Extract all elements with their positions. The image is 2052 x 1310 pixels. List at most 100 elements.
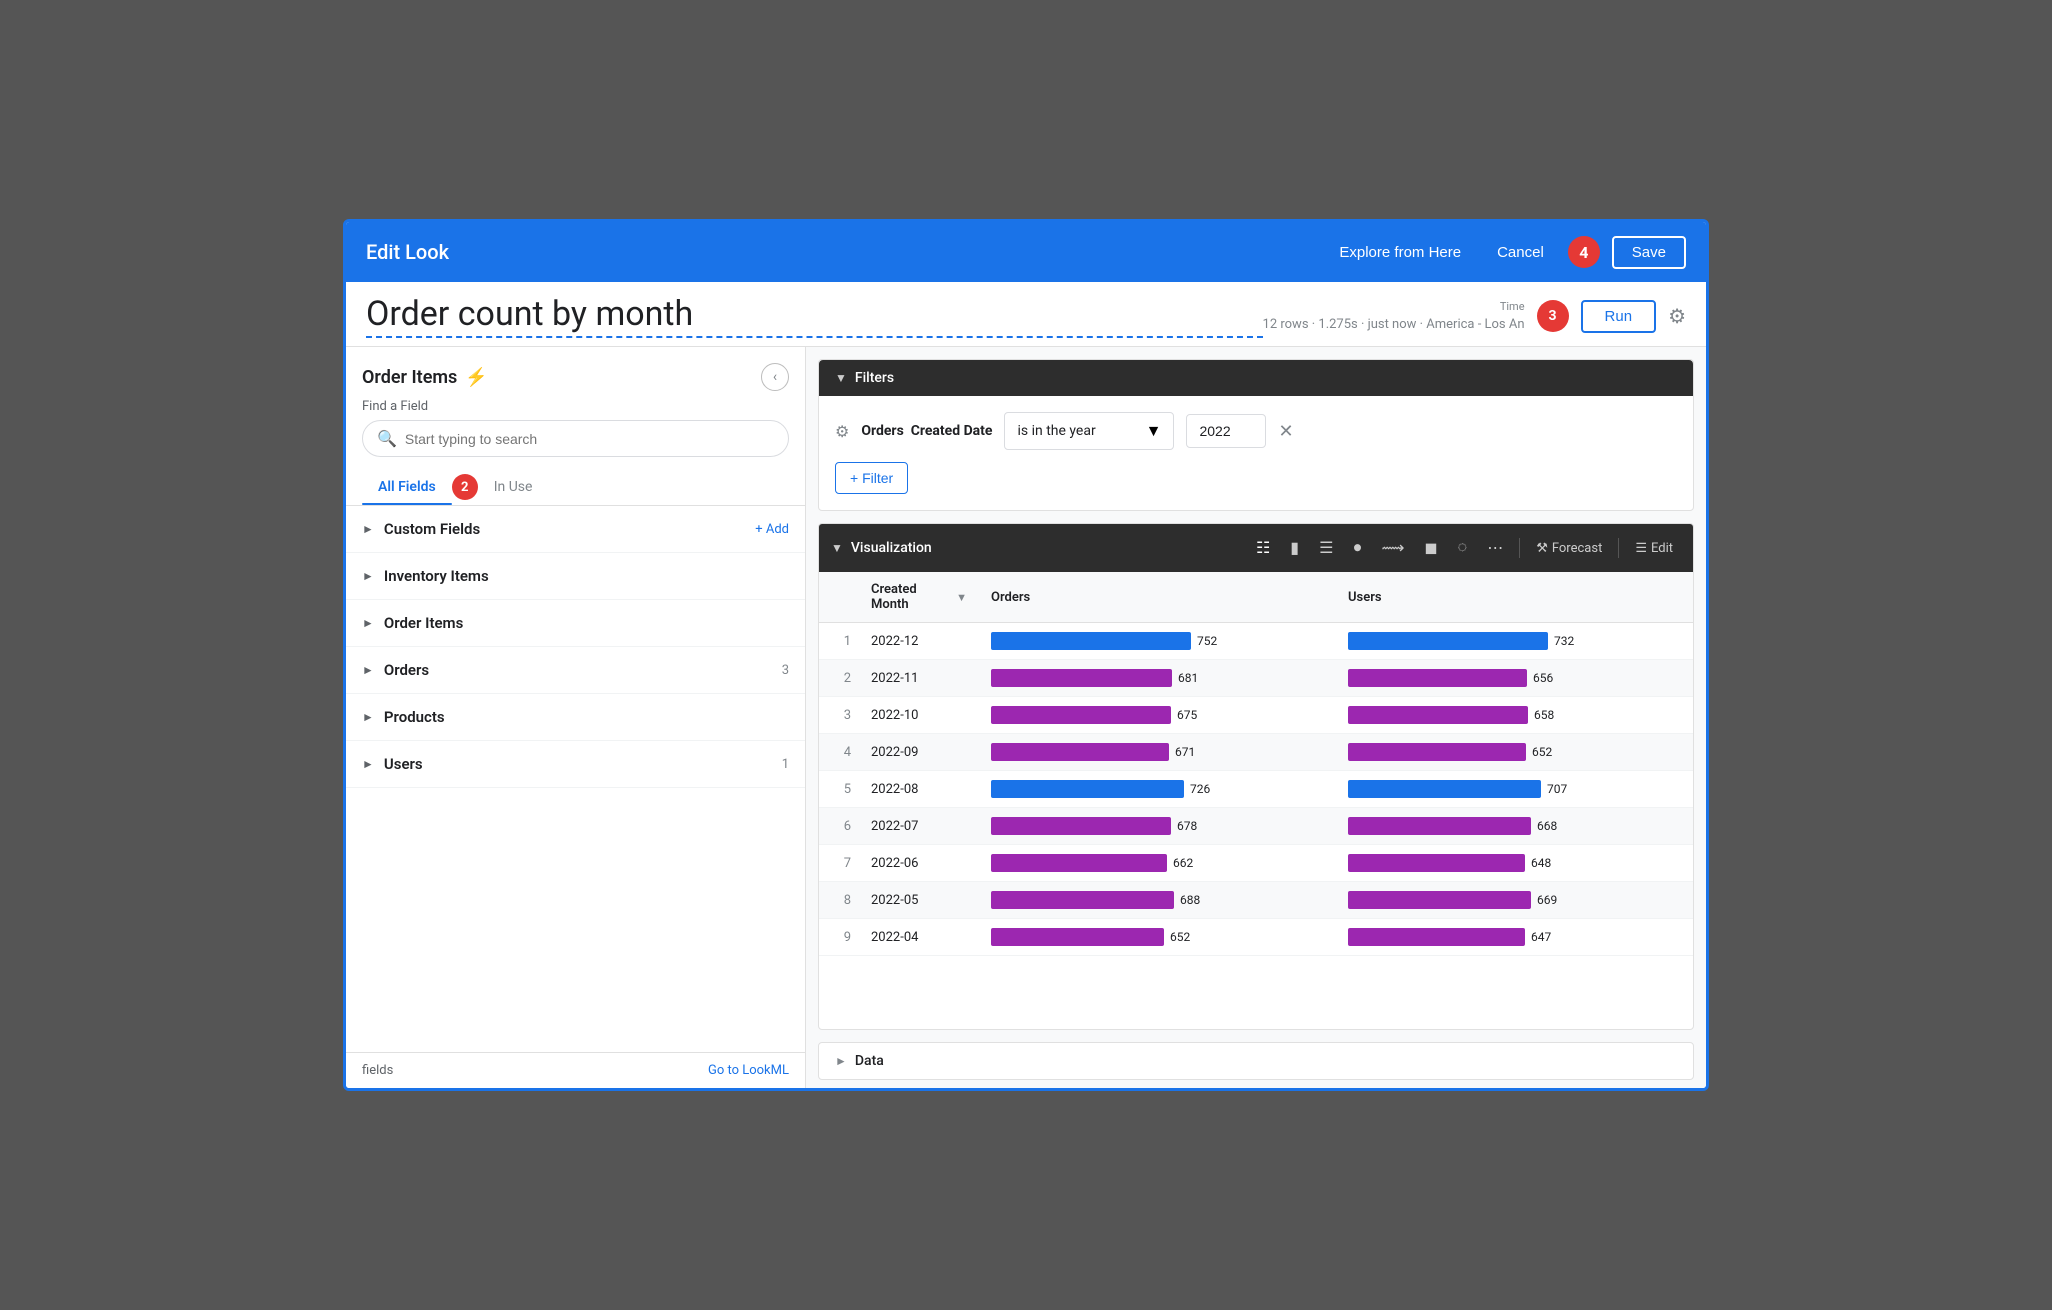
filters-header: ▼ Filters [819,360,1693,396]
viz-line-icon[interactable]: ⟿ [1373,534,1412,562]
td-orders: 726 [979,771,1336,807]
add-filter-row: + Filter [835,462,1677,494]
td-row-num: 1 [819,623,859,659]
data-section-title: Data [855,1053,884,1069]
field-group-inventory-items-header[interactable]: ► Inventory Items [346,553,805,599]
field-group-orders-header[interactable]: ► Orders 3 [346,647,805,693]
divider [1519,538,1520,558]
field-group-inventory-items: ► Inventory Items [346,553,805,600]
td-row-num: 7 [819,845,859,881]
th-row-num [819,572,859,622]
forecast-button[interactable]: ⚒ Forecast [1528,541,1610,556]
tab-in-use[interactable]: In Use [478,469,549,505]
field-group-products: ► Products [346,694,805,741]
group-name: Products [384,708,789,726]
save-button[interactable]: Save [1612,236,1686,269]
tab-all-fields[interactable]: All Fields [362,469,452,505]
td-users: 658 [1336,697,1693,733]
td-row-num: 8 [819,882,859,918]
footer-fields-text: fields [362,1063,393,1078]
users-count: 1 [782,757,789,772]
field-group-order-items-header[interactable]: ► Order Items [346,600,805,646]
data-expand-icon: ► [835,1054,847,1068]
viz-scatter-icon[interactable]: ⦁ [1345,535,1369,561]
filters-collapse-icon[interactable]: ▼ [835,371,847,385]
table-row: 3 2022-10 675 658 [819,697,1693,734]
collapse-sidebar-button[interactable]: ‹ [761,363,789,391]
table-row: 1 2022-12 752 732 [819,623,1693,660]
filters-section: ▼ Filters ⚙ Orders Created Date is in th… [818,359,1694,511]
td-users: 669 [1336,882,1693,918]
expand-icon: ► [362,569,374,583]
add-filter-button[interactable]: + Filter [835,462,908,494]
explore-from-here-button[interactable]: Explore from Here [1327,238,1473,267]
sort-icon: ▼ [956,591,967,604]
add-custom-field-link[interactable]: + Add [755,522,789,537]
th-orders[interactable]: Orders [979,572,1336,622]
field-tabs: All Fields 2 In Use [346,469,805,506]
run-button[interactable]: Run [1581,300,1657,333]
visualization-section: ▼ Visualization ☷ ▮ ☰ ⦁ ⟿ ◼ ◌ ⋯ [818,523,1694,1030]
th-users[interactable]: Users [1336,572,1693,622]
cancel-button[interactable]: Cancel [1485,238,1556,267]
td-users: 648 [1336,845,1693,881]
step-badge-3: 3 [1537,300,1569,332]
edit-icon: ☰ [1635,541,1647,556]
viz-more-icon[interactable]: ⋯ [1479,534,1511,562]
viz-list-icon[interactable]: ☰ [1311,534,1341,562]
viz-area-icon[interactable]: ◼ [1416,534,1445,562]
table-row: 4 2022-09 671 652 [819,734,1693,771]
viz-table-icon[interactable]: ☷ [1248,534,1278,562]
td-row-num: 2 [819,660,859,696]
td-row-num: 3 [819,697,859,733]
right-panel: ▼ Filters ⚙ Orders Created Date is in th… [806,347,1706,1088]
td-row-num: 4 [819,734,859,770]
sidebar-footer: fields Go to LookML [346,1052,805,1088]
td-row-num: 5 [819,771,859,807]
search-input[interactable] [405,431,774,447]
filter-value-input[interactable] [1186,414,1266,448]
td-month: 2022-12 [859,623,979,659]
settings-icon[interactable]: ⚙ [1668,304,1686,328]
field-group-users-header[interactable]: ► Users 1 [346,741,805,787]
td-users: 668 [1336,808,1693,844]
filter-condition-text: is in the year [1017,423,1139,439]
table-row: 6 2022-07 678 668 [819,808,1693,845]
td-users: 652 [1336,734,1693,770]
orders-count: 3 [782,663,789,678]
forecast-icon: ⚒ [1536,541,1548,556]
right-panel-inner: ▼ Filters ⚙ Orders Created Date is in th… [806,347,1706,1088]
field-group-custom-fields-header[interactable]: ► Custom Fields + Add [346,506,805,552]
filter-label-bold: Created Date [911,423,993,439]
meta-info: Time 12 rows · 1.275s · just now · Ameri… [1263,300,1525,332]
td-orders: 681 [979,660,1336,696]
go-to-lookml-link[interactable]: Go to LookML [708,1063,789,1078]
td-users: 656 [1336,660,1693,696]
step-badge-2: 2 [452,474,478,500]
filter-settings-icon[interactable]: ⚙ [835,422,849,441]
td-orders: 662 [979,845,1336,881]
td-orders: 652 [979,919,1336,955]
sidebar: Order Items ⚡ ‹ Find a Field 🔍 All Field… [346,347,806,1088]
td-orders: 675 [979,697,1336,733]
viz-collapse-icon[interactable]: ▼ [831,541,843,555]
field-group-custom-fields: ► Custom Fields + Add [346,506,805,553]
expand-icon: ► [362,757,374,771]
edit-visualization-button[interactable]: ☰ Edit [1627,541,1681,556]
filter-condition-dropdown[interactable]: is in the year ▼ [1004,412,1174,450]
filter-clear-button[interactable]: ✕ [1278,421,1293,442]
data-section[interactable]: ► Data [818,1042,1694,1080]
field-group-products-header[interactable]: ► Products [346,694,805,740]
group-name: Users [384,755,772,773]
th-created-month[interactable]: Created Month ▼ [859,572,979,622]
viz-title: Visualization [851,540,932,556]
td-month: 2022-10 [859,697,979,733]
filter-label: Orders Created Date [861,423,992,439]
field-group-orders: ► Orders 3 [346,647,805,694]
viz-clock-icon[interactable]: ◌ [1450,535,1476,561]
group-name: Order Items [384,614,789,632]
td-month: 2022-05 [859,882,979,918]
td-orders: 688 [979,882,1336,918]
td-orders: 752 [979,623,1336,659]
viz-bar-icon[interactable]: ▮ [1282,534,1307,562]
